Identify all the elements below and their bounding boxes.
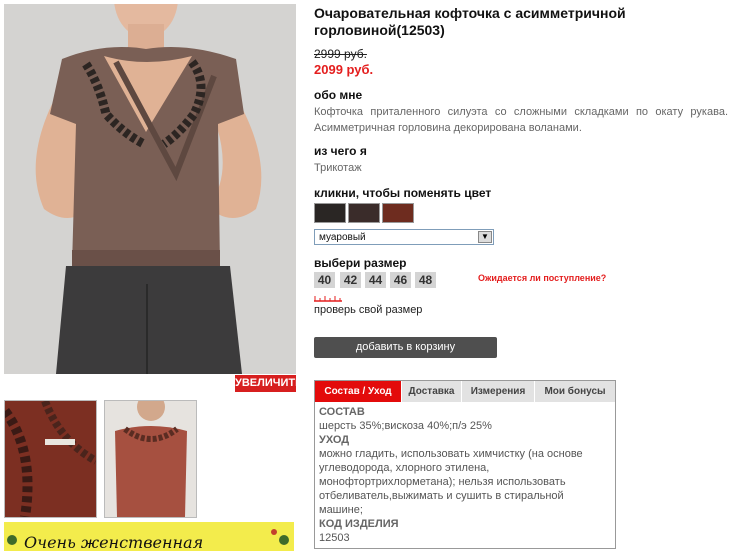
banner-text: Очень женственная (24, 533, 204, 551)
color-swatch-2[interactable] (348, 203, 380, 223)
tab-content: СОСТАВ шерсть 35%;вискоза 40%;п/э 25% УХ… (319, 405, 609, 545)
thumbnail-detail[interactable] (4, 400, 97, 518)
tab-my-bonuses[interactable]: Мои бонусы (535, 381, 615, 402)
product-code-heading: КОД ИЗДЕЛИЯ (319, 518, 399, 530)
color-swatch-1[interactable] (314, 203, 346, 223)
info-tab-panel: Состав / Уход Доставка Измерения Мои бон… (314, 380, 616, 549)
promo-banner[interactable]: Очень женственная (4, 522, 294, 551)
tab-bar: Состав / Уход Доставка Измерения Мои бон… (315, 381, 615, 402)
size-option-48[interactable]: 48 (415, 272, 436, 288)
product-code: 12503 (319, 532, 350, 544)
size-heading: выбери размер (314, 256, 407, 270)
care-text: можно гладить, использовать химчистку (н… (319, 448, 583, 516)
color-select[interactable]: муаровый ▼ (314, 229, 494, 245)
product-title: Очаровательная кофточка с асимметричной … (314, 5, 626, 38)
check-size-link[interactable]: проверь свой размер (314, 304, 422, 316)
care-heading: УХОД (319, 434, 350, 446)
thumbnail-detail-image (5, 401, 96, 517)
material-heading: из чего я (314, 144, 367, 158)
tab-composition-care[interactable]: Состав / Уход (315, 381, 402, 402)
stock-inquiry-link[interactable]: Ожидается ли поступление? (478, 273, 606, 283)
thumbnail-back-image (105, 401, 196, 517)
new-price: 2099 руб. (314, 62, 374, 77)
zoom-button[interactable]: УВЕЛИЧИТЬ (235, 375, 303, 392)
color-swatch-3[interactable] (382, 203, 414, 223)
chevron-down-icon[interactable]: ▼ (478, 231, 492, 243)
about-heading: обо мне (314, 88, 363, 102)
about-text: Кофточка приталенного силуэта со сложным… (314, 106, 728, 134)
add-to-cart-button[interactable]: добавить в корзину (314, 337, 497, 358)
tab-delivery[interactable]: Доставка (402, 381, 462, 402)
ruler-icon[interactable] (314, 296, 342, 302)
size-option-42[interactable]: 42 (340, 272, 361, 288)
composition-heading: СОСТАВ (319, 406, 365, 418)
size-option-40[interactable]: 40 (314, 272, 335, 288)
material-text: Трикотаж (314, 162, 362, 174)
size-option-46[interactable]: 46 (390, 272, 411, 288)
size-option-44[interactable]: 44 (365, 272, 386, 288)
color-select-value: муаровый (319, 232, 366, 243)
color-heading: кликни, чтобы поменять цвет (314, 186, 492, 200)
composition-text: шерсть 35%;вискоза 40%;п/э 25% (319, 420, 492, 432)
thumbnail-back-view[interactable] (104, 400, 197, 518)
old-price: 2999 руб. (314, 47, 367, 61)
tab-measurements[interactable]: Измерения (462, 381, 535, 402)
main-product-photo[interactable] (4, 4, 296, 374)
product-photo-illustration (4, 4, 296, 374)
